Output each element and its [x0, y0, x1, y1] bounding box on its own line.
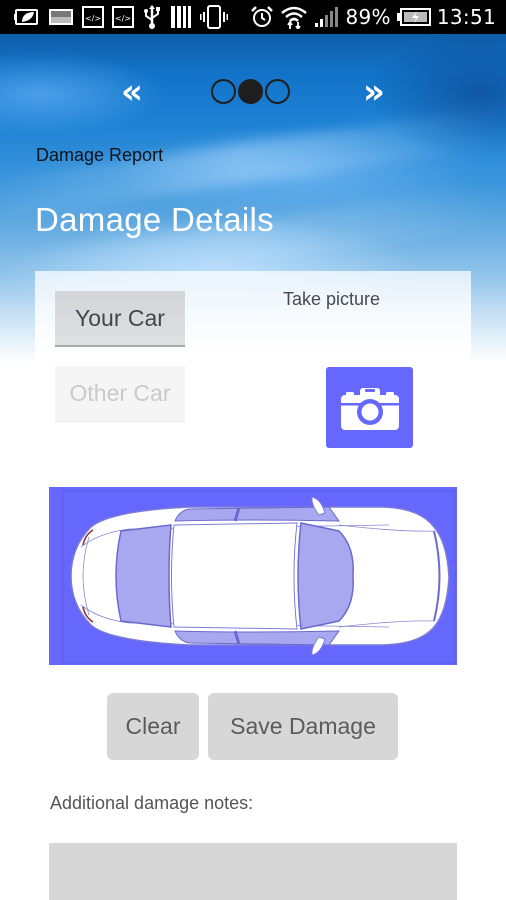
- page-title: Damage Details: [35, 201, 274, 238]
- code-icon: </>: [112, 5, 134, 29]
- roof: [171, 522, 298, 630]
- camera-icon: [340, 387, 399, 430]
- your-car-button[interactable]: Your Car: [55, 291, 185, 347]
- status-bar: </> </> 89% 13:51: [0, 0, 506, 34]
- car-top-view: [62, 490, 456, 664]
- section-subtitle: Damage Report: [36, 145, 164, 165]
- clock: 13:51: [436, 5, 496, 29]
- clear-button[interactable]: Clear: [107, 693, 199, 760]
- damage-notes-input[interactable]: [49, 843, 457, 900]
- car-damage-diagram[interactable]: [49, 487, 457, 665]
- battery-percent: 89%: [345, 5, 391, 29]
- double-chevron-left-icon: «: [121, 72, 143, 112]
- battery-charging-icon: [396, 5, 431, 29]
- status-bar-notifications: </> </>: [0, 5, 228, 29]
- save-damage-button[interactable]: Save Damage: [208, 693, 398, 760]
- usb-icon: [142, 5, 162, 29]
- svg-text:</>: </>: [115, 14, 131, 23]
- page-indicator: [211, 79, 290, 104]
- wifi-icon: [280, 5, 308, 29]
- next-page-button[interactable]: »: [359, 72, 389, 112]
- rear-window: [115, 524, 172, 628]
- double-chevron-right-icon: »: [363, 72, 385, 112]
- battery-saver-icon: [14, 5, 40, 29]
- notes-label: Additional damage notes:: [50, 793, 254, 813]
- status-bar-system: 89% 13:51: [250, 5, 506, 29]
- take-picture-button[interactable]: [326, 367, 413, 448]
- page-dot: [211, 79, 236, 104]
- image-icon: [48, 5, 74, 29]
- svg-text:</>: </>: [85, 14, 101, 23]
- page-dot: [265, 79, 290, 104]
- barcode-icon: [170, 5, 192, 29]
- other-car-button[interactable]: Other Car: [55, 366, 185, 422]
- alarm-icon: [250, 5, 274, 29]
- code-icon: </>: [82, 5, 104, 29]
- signal-icon: [314, 5, 340, 29]
- page-dot-active: [238, 79, 263, 104]
- vibrate-icon: [200, 5, 228, 29]
- previous-page-button[interactable]: «: [117, 72, 147, 112]
- windshield: [297, 522, 354, 630]
- take-picture-label: Take picture: [283, 289, 381, 309]
